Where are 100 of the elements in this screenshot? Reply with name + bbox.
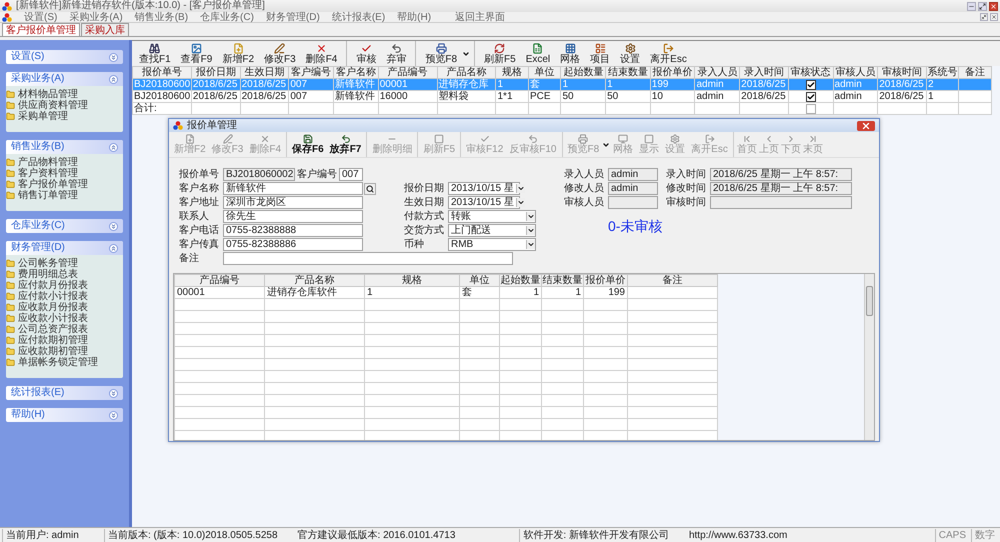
panel-header[interactable]: 财务管理(D) bbox=[6, 241, 123, 255]
maximize-icon[interactable] bbox=[978, 2, 987, 10]
sidebar-item[interactable]: 应收款小计报表 bbox=[6, 313, 123, 324]
column-header[interactable]: 系统号 bbox=[926, 66, 959, 78]
menu-item[interactable]: 财务管理(D) bbox=[266, 12, 320, 22]
column-header[interactable]: 备注 bbox=[628, 274, 718, 286]
column-header[interactable]: 单位 bbox=[528, 66, 561, 78]
column-header[interactable]: 报价单价 bbox=[584, 274, 628, 286]
sidebar-item[interactable]: 公司帐务管理 bbox=[6, 258, 123, 269]
column-header[interactable]: 报价单价 bbox=[650, 66, 695, 78]
column-header[interactable]: 客户编号 bbox=[288, 66, 334, 78]
column-header[interactable]: 产品编号 bbox=[174, 274, 264, 286]
column-header[interactable]: 审核状态 bbox=[788, 66, 834, 78]
column-header[interactable]: 产品名称 bbox=[264, 274, 364, 286]
dropdown-field[interactable]: 上门配送 bbox=[448, 224, 536, 237]
toolbar-button[interactable]: 放弃F7 bbox=[326, 132, 364, 157]
text-field[interactable]: admin bbox=[608, 168, 658, 181]
column-header[interactable]: 单位 bbox=[460, 274, 500, 286]
text-field[interactable]: 007 bbox=[339, 168, 363, 181]
text-field[interactable] bbox=[608, 196, 658, 209]
column-header[interactable]: 规格 bbox=[364, 274, 460, 286]
column-header[interactable]: 结束数量 bbox=[542, 274, 584, 286]
sidebar-item[interactable]: 材料物品管理 bbox=[6, 89, 123, 100]
expand-icon[interactable] bbox=[109, 410, 118, 420]
sidebar-item[interactable]: 产品物料管理 bbox=[6, 157, 123, 168]
column-header[interactable]: 起始数量 bbox=[560, 66, 606, 78]
text-field[interactable]: 0755-82388888 bbox=[223, 224, 363, 237]
expand-icon[interactable] bbox=[109, 222, 118, 230]
column-header[interactable]: 生效日期 bbox=[240, 66, 289, 78]
sidebar-item[interactable]: 采购单管理 bbox=[6, 111, 123, 122]
toolbar-button[interactable]: 预览F8 bbox=[420, 41, 462, 66]
column-header[interactable]: 报价单号 bbox=[132, 66, 192, 78]
text-field[interactable]: 2018/6/25 星期一 上午 8:57: bbox=[710, 182, 852, 195]
close-icon[interactable] bbox=[989, 2, 998, 10]
panel-header[interactable]: 帮助(H) bbox=[6, 408, 123, 422]
checkbox[interactable] bbox=[806, 80, 816, 90]
text-field[interactable]: 徐先生 bbox=[223, 210, 363, 223]
dropdown-field[interactable]: 转账 bbox=[448, 210, 536, 223]
checkbox[interactable] bbox=[806, 104, 816, 114]
menu-item[interactable]: 帮助(H) bbox=[397, 12, 432, 22]
column-header[interactable]: 审核时间 bbox=[878, 66, 926, 78]
caret-icon[interactable] bbox=[462, 50, 470, 58]
column-header[interactable]: 审核人员 bbox=[833, 66, 878, 78]
scrollbar[interactable] bbox=[864, 274, 874, 440]
panel-header[interactable]: 仓库业务(C) bbox=[6, 219, 123, 233]
toolbar-button[interactable]: 删除F4 bbox=[300, 41, 342, 66]
text-field[interactable]: admin bbox=[608, 182, 658, 195]
column-header[interactable]: 结束数量 bbox=[606, 66, 650, 78]
toolbar-button[interactable]: 保存F6 bbox=[289, 132, 327, 157]
collapse-icon[interactable] bbox=[109, 142, 118, 152]
toolbar-button[interactable]: 网格 bbox=[555, 41, 586, 66]
menu-item[interactable]: 统计报表(E) bbox=[332, 12, 386, 22]
sidebar-item[interactable]: 客户资料管理 bbox=[6, 168, 123, 179]
column-header[interactable]: 报价日期 bbox=[191, 66, 240, 78]
collapse-icon[interactable] bbox=[109, 74, 118, 84]
sidebar-item[interactable]: 应收款月份报表 bbox=[6, 302, 123, 313]
toolbar-button[interactable]: 项目 bbox=[585, 41, 616, 66]
toolbar-button[interactable]: 审核 bbox=[351, 41, 382, 66]
text-field[interactable]: 2018/6/25 星期一 上午 8:57: bbox=[710, 168, 852, 181]
restore-icon[interactable] bbox=[980, 13, 988, 21]
toolbar-button[interactable]: 刷新F5 bbox=[479, 41, 521, 66]
document-tab[interactable]: 采购入库 bbox=[81, 23, 129, 36]
column-header[interactable]: 客户名称 bbox=[334, 66, 378, 78]
remark-field[interactable] bbox=[223, 252, 513, 265]
panel-header[interactable]: 统计报表(E) bbox=[6, 386, 123, 400]
sidebar-item[interactable]: 应收款期初管理 bbox=[6, 346, 123, 357]
collapse-icon[interactable] bbox=[109, 244, 118, 252]
toolbar-button[interactable]: 查找F1 bbox=[134, 41, 176, 66]
panel-header[interactable]: 采购业务(A) bbox=[6, 72, 123, 86]
expand-icon[interactable] bbox=[109, 388, 118, 398]
panel-header[interactable]: 销售业务(B) bbox=[6, 140, 123, 154]
menu-item[interactable]: 采购业务(A) bbox=[69, 12, 123, 22]
panel-header[interactable]: 设置(S) bbox=[6, 50, 123, 64]
toolbar-button[interactable]: 查看F9 bbox=[176, 41, 218, 66]
expand-icon[interactable] bbox=[109, 52, 118, 62]
close-icon[interactable] bbox=[990, 13, 998, 21]
toolbar-button[interactable]: 弃审 bbox=[381, 41, 412, 66]
checkbox[interactable] bbox=[806, 92, 816, 102]
sidebar-item[interactable]: 公司总资产报表 bbox=[6, 324, 123, 335]
toolbar-button[interactable]: 离开Esc bbox=[645, 41, 692, 66]
menu-item[interactable]: 设置(S) bbox=[24, 12, 58, 22]
text-field[interactable]: 深圳市龙岗区 bbox=[223, 196, 363, 209]
sidebar-item[interactable]: 客户报价单管理 bbox=[6, 179, 123, 190]
sidebar-item[interactable]: 应付款小计报表 bbox=[6, 291, 123, 302]
toolbar-button[interactable]: Excel bbox=[520, 41, 556, 66]
toolbar-button[interactable]: 设置 bbox=[615, 41, 646, 66]
text-field[interactable]: BJ2018060002 bbox=[223, 168, 295, 181]
sidebar-item[interactable]: 单据帐务锁定管理 bbox=[6, 357, 123, 368]
sidebar-item[interactable]: 销售订单管理 bbox=[6, 190, 123, 201]
document-tab[interactable]: 客户报价单管理 bbox=[2, 23, 80, 36]
toolbar-button[interactable]: 新增F2 bbox=[217, 41, 260, 66]
toolbar-button[interactable]: 修改F3 bbox=[259, 41, 301, 66]
text-field[interactable] bbox=[710, 196, 852, 209]
menu-item[interactable]: 销售业务(B) bbox=[134, 12, 188, 22]
column-header[interactable]: 备注 bbox=[958, 66, 992, 78]
dropdown-field[interactable]: RMB bbox=[448, 238, 536, 251]
column-header[interactable]: 起始数量 bbox=[500, 274, 542, 286]
column-header[interactable]: 产品名称 bbox=[437, 66, 496, 78]
column-header[interactable]: 录入人员 bbox=[694, 66, 740, 78]
menu-item[interactable]: 仓库业务(C) bbox=[200, 12, 254, 22]
